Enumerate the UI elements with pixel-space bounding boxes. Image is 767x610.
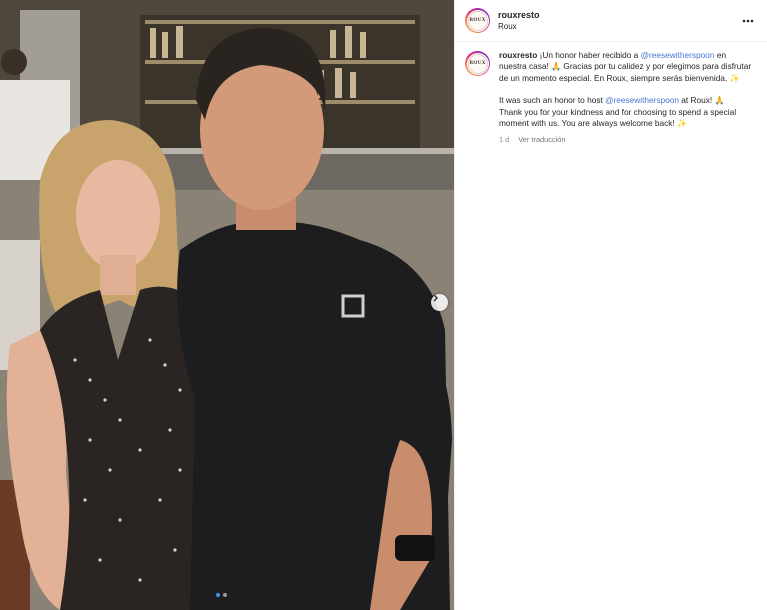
post-side-panel: ROUX rouxresto Roux ROUX rouxresto ¡Un h… bbox=[454, 0, 767, 610]
header-location[interactable]: Roux bbox=[498, 21, 739, 33]
sparkles-emoji: ✨ bbox=[677, 119, 687, 129]
sparkles-emoji: ✨ bbox=[729, 73, 740, 83]
caption-avatar[interactable]: ROUX bbox=[465, 51, 490, 76]
caption-text-en: It was such an honor to host @reesewithe… bbox=[499, 95, 737, 129]
see-translation-link[interactable]: Ver traducción bbox=[518, 134, 565, 145]
caption-text-es: rouxresto ¡Un honor haber recibido a @re… bbox=[499, 50, 752, 83]
post-photo[interactable] bbox=[0, 0, 454, 610]
carousel-next-button[interactable] bbox=[431, 294, 448, 311]
carousel-dot-1 bbox=[216, 593, 220, 597]
roux-logo: ROUX bbox=[467, 53, 488, 74]
carousel-dot-2 bbox=[223, 593, 227, 597]
caption-meta: 1 d Ver traducción bbox=[499, 134, 754, 145]
more-options-button[interactable] bbox=[739, 14, 757, 28]
header-username[interactable]: rouxresto bbox=[498, 9, 739, 21]
roux-logo: ROUX bbox=[467, 10, 488, 31]
avatar[interactable]: ROUX bbox=[465, 8, 490, 33]
more-horizontal-icon bbox=[742, 19, 754, 22]
post-header: ROUX rouxresto Roux bbox=[455, 0, 767, 42]
carousel-indicator bbox=[216, 593, 227, 597]
mention-link[interactable]: @reesewitherspoon bbox=[641, 50, 715, 60]
caption-username[interactable]: rouxresto bbox=[499, 50, 537, 60]
photo-illustration bbox=[0, 0, 454, 610]
post-time: 1 d bbox=[499, 135, 510, 145]
chevron-right-icon bbox=[433, 294, 438, 302]
mention-link[interactable]: @reesewitherspoon bbox=[605, 95, 679, 105]
praying-hands-emoji: 🙏 bbox=[714, 96, 725, 106]
praying-hands-emoji: 🙏 bbox=[551, 62, 562, 72]
post-caption: ROUX rouxresto ¡Un honor haber recibido … bbox=[455, 42, 767, 154]
